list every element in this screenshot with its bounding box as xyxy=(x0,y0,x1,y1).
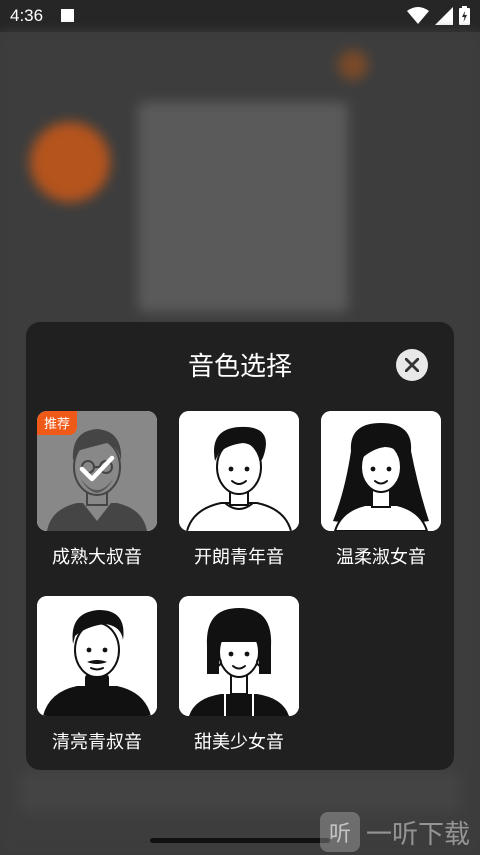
watermark: 听 一听下载 xyxy=(320,812,470,852)
voice-label: 成熟大叔音 xyxy=(52,547,142,568)
system-icons xyxy=(407,6,470,25)
man-mustache-turtleneck-avatar xyxy=(37,596,157,716)
girl-bob-hair-avatar xyxy=(179,596,299,716)
close-button[interactable] xyxy=(396,349,428,381)
notification-icon xyxy=(61,9,74,22)
avatar[interactable] xyxy=(179,596,299,716)
voice-label: 甜美少女音 xyxy=(194,732,284,753)
voice-selection-dialog: 音色选择 推荐 成熟大叔音 开朗青年音 温柔淑女音 清亮青叔音 甜美少女音 xyxy=(26,322,454,770)
recommended-badge: 推荐 xyxy=(37,411,78,435)
voice-option-cheerful-youth[interactable]: 开朗青年音 xyxy=(179,411,299,569)
young-man-avatar xyxy=(179,411,299,531)
home-indicator[interactable] xyxy=(150,838,330,843)
voice-label: 温柔淑女音 xyxy=(336,547,426,568)
status-bar: 4:36 xyxy=(0,0,480,32)
voice-option-clear-uncle[interactable]: 清亮青叔音 xyxy=(37,596,157,754)
voice-option-mature-uncle[interactable]: 推荐 成熟大叔音 xyxy=(37,411,157,569)
voice-label: 清亮青叔音 xyxy=(52,732,142,753)
wifi-icon xyxy=(407,6,429,24)
voice-option-gentle-lady[interactable]: 温柔淑女音 xyxy=(321,411,441,569)
avatar[interactable] xyxy=(37,596,157,716)
status-time: 4:36 xyxy=(10,6,44,25)
voice-label: 开朗青年音 xyxy=(194,547,284,568)
avatar[interactable] xyxy=(321,411,441,531)
avatar[interactable]: 推荐 xyxy=(37,411,157,531)
battery-icon xyxy=(459,6,470,25)
avatar[interactable] xyxy=(179,411,299,531)
checkmark-icon xyxy=(79,455,115,482)
woman-long-hair-avatar xyxy=(321,411,441,531)
watermark-logo-icon: 听 xyxy=(320,812,360,852)
voice-option-sweet-girl[interactable]: 甜美少女音 xyxy=(179,596,299,754)
close-icon xyxy=(405,358,419,372)
watermark-text: 一听下载 xyxy=(366,819,471,850)
dialog-title: 音色选择 xyxy=(187,352,292,382)
signal-icon xyxy=(435,6,453,25)
